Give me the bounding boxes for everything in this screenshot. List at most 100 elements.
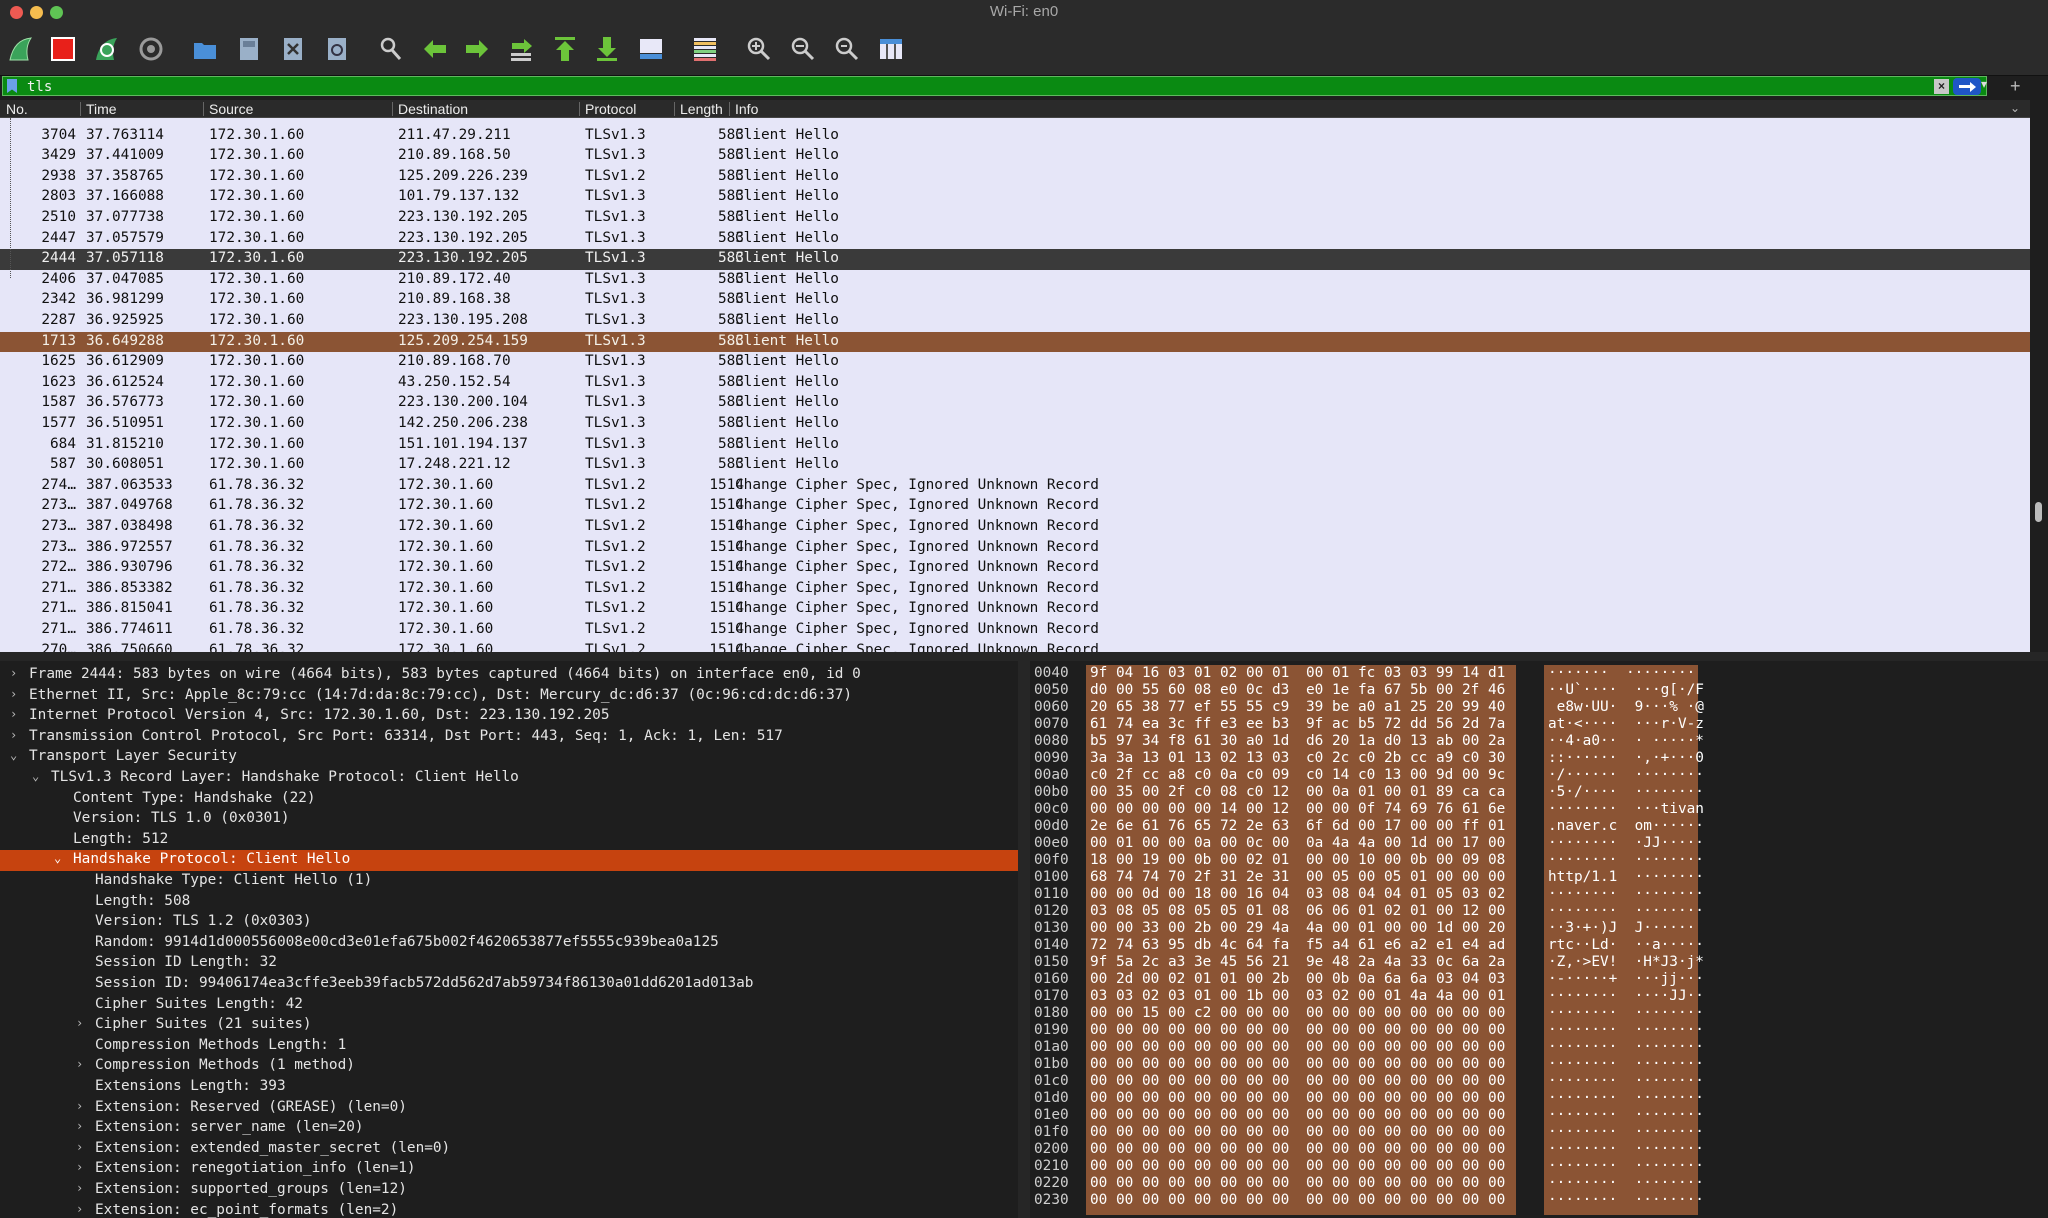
detail-tree-item[interactable]: › Extension: ec_point_formats (len=2) <box>0 1201 1018 1218</box>
hex-bytes[interactable]: 00 01 00 00 0a 00 0c 00 <box>1090 835 1289 851</box>
hex-bytes[interactable]: 00 0a 01 00 01 89 ca ca <box>1306 784 1505 800</box>
hex-bytes[interactable]: 00 00 00 00 00 00 00 00 <box>1090 1192 1289 1208</box>
chevron-right-icon[interactable]: › <box>76 1202 83 1216</box>
hex-ascii[interactable]: ········ ········ <box>1548 1175 1704 1191</box>
detail-tree-item[interactable]: Length: 512 <box>0 830 1018 851</box>
hex-bytes[interactable]: 00 00 00 00 00 00 00 00 <box>1306 1192 1505 1208</box>
hex-ascii[interactable]: ········ ········ <box>1548 1039 1704 1055</box>
hex-bytes[interactable]: 00 2d 00 02 01 01 00 2b <box>1090 971 1289 987</box>
chevron-down-icon[interactable]: ⌄ <box>32 769 39 783</box>
hex-bytes[interactable]: c0 2f cc a8 c0 0a c0 09 <box>1090 767 1289 783</box>
chevron-right-icon[interactable]: › <box>76 1119 83 1133</box>
hex-bytes[interactable]: 00 00 00 00 00 00 00 00 <box>1090 1056 1289 1072</box>
detail-tree-item[interactable]: › Ethernet II, Src: Apple_8c:79:cc (14:7d… <box>0 686 1018 707</box>
hex-ascii[interactable]: ······· ········ <box>1548 665 1695 681</box>
hex-bytes[interactable]: 00 00 0d 00 18 00 16 04 <box>1090 886 1289 902</box>
hex-bytes[interactable]: 00 00 00 00 00 00 00 00 <box>1306 1124 1505 1140</box>
hex-bytes[interactable]: 00 00 00 00 00 00 00 00 <box>1090 1107 1289 1123</box>
hex-bytes[interactable]: 39 be a0 a1 25 20 99 40 <box>1306 699 1505 715</box>
table-row[interactable]: 271… 386.774611 61.78.36.32 172.30.1.60 TLSv… <box>0 620 2030 641</box>
hex-bytes[interactable]: 00 00 00 00 00 00 00 00 <box>1306 1090 1505 1106</box>
detail-tree-item[interactable]: Version: TLS 1.0 (0x0301) <box>0 809 1018 830</box>
hex-ascii[interactable]: ·Z,·>EV! ·H*J3·j* <box>1548 954 1704 970</box>
table-row[interactable]: 2444 37.057118 172.30.1.60 223.130.192.205 T… <box>0 249 2030 270</box>
hex-bytes[interactable]: 18 00 19 00 0b 00 02 01 <box>1090 852 1289 868</box>
table-row[interactable]: 1623 36.612524 172.30.1.60 43.250.152.54 TLS… <box>0 372 2030 394</box>
hex-ascii[interactable]: ········ ········ <box>1548 1124 1704 1140</box>
column-header-info[interactable]: Info <box>735 101 758 117</box>
hex-bytes[interactable]: 03 03 02 03 01 00 1b 00 <box>1090 988 1289 1004</box>
table-row[interactable]: 1577 36.510951 172.30.1.60 142.250.206.238 T… <box>0 414 2030 435</box>
hex-bytes[interactable]: 00 00 00 00 00 00 00 00 <box>1306 1158 1505 1174</box>
detail-tree-item[interactable]: Random: 9914d1d000556008e00cd3e01efa675b… <box>0 933 1018 954</box>
add-filter-button-plus-icon[interactable]: + <box>2010 76 2021 97</box>
chevron-right-icon[interactable]: › <box>76 1181 83 1195</box>
hex-ascii[interactable]: ········ ········ <box>1548 1073 1704 1089</box>
hex-bytes[interactable]: e0 1e fa 67 5b 00 2f 46 <box>1306 682 1505 698</box>
pane-splitter-horizontal[interactable] <box>0 652 2048 661</box>
detail-tree-item[interactable]: › Frame 2444: 583 bytes on wire (4664 bit… <box>0 665 1018 686</box>
detail-tree-item[interactable]: ⌄ Transport Layer Security <box>0 747 1018 768</box>
hex-bytes[interactable]: 00 00 00 00 00 00 00 00 <box>1090 1175 1289 1191</box>
detail-tree-item[interactable]: Compression Methods Length: 1 <box>0 1036 1018 1057</box>
hex-ascii[interactable]: ········ ········ <box>1548 886 1704 902</box>
hex-bytes[interactable]: 00 00 00 00 00 14 00 12 <box>1090 801 1289 817</box>
packet-list[interactable]: 4306 37.934256 172.30.1.60 13.107.42.14 TLSv… <box>0 118 2030 652</box>
hex-ascii[interactable]: rtc··Ld· ··a····· <box>1548 937 1704 953</box>
hex-bytes[interactable]: 00 00 00 00 00 00 00 00 <box>1306 1056 1505 1072</box>
column-chevron-down-icon[interactable]: ⌄ <box>2010 101 2020 115</box>
hex-bytes[interactable]: 00 00 15 00 c2 00 00 00 <box>1090 1005 1289 1021</box>
hex-ascii[interactable]: ·/······ ········ <box>1548 767 1704 783</box>
detail-tree-item[interactable]: Session ID Length: 32 <box>0 953 1018 974</box>
hex-bytes[interactable]: 00 00 00 00 00 00 00 00 <box>1090 1039 1289 1055</box>
chevron-right-icon[interactable]: › <box>76 1016 83 1030</box>
zoom-in-icon[interactable] <box>744 34 774 64</box>
packet-bytes-pane[interactable]: 0040 9f 04 16 03 01 02 00 01 00 01 fc 03 0… <box>1030 661 2048 1218</box>
detail-tree-item[interactable]: Handshake Type: Client Hello (1) <box>0 871 1018 892</box>
hex-ascii[interactable]: ··U`···· ···g[·/F <box>1548 682 1704 698</box>
clear-filter-icon[interactable]: × <box>1934 79 1949 94</box>
table-row[interactable]: 2447 37.057579 172.30.1.60 223.130.192.205 T… <box>0 228 2030 250</box>
detail-tree-item[interactable]: › Extension: server_name (len=20) <box>0 1118 1018 1139</box>
table-row[interactable]: 274… 387.063533 61.78.36.32 172.30.1.60 TLSv… <box>0 475 2030 497</box>
open-file-icon[interactable] <box>190 34 220 64</box>
detail-tree-item[interactable]: Session ID: 99406174ea3cffe3eeb39facb572… <box>0 974 1018 995</box>
hex-bytes[interactable]: c0 2c c0 2b cc a9 c0 30 <box>1306 750 1505 766</box>
hex-ascii[interactable]: ········ ········ <box>1548 1090 1704 1106</box>
chevron-right-icon[interactable]: › <box>76 1140 83 1154</box>
table-row[interactable]: 3704 37.763114 172.30.1.60 211.47.29.211 TLS… <box>0 125 2030 147</box>
hex-bytes[interactable]: 4a 00 01 00 00 1d 00 20 <box>1306 920 1505 936</box>
hex-ascii[interactable]: ········ ········ <box>1548 1141 1704 1157</box>
hex-ascii[interactable]: ········ ········ <box>1548 1022 1704 1038</box>
display-filter-input[interactable] <box>27 78 1927 95</box>
detail-tree-item[interactable]: Content Type: Handshake (22) <box>0 789 1018 810</box>
restart-capture-icon[interactable] <box>92 34 122 64</box>
table-row[interactable]: 2938 37.358765 172.30.1.60 125.209.226.239 T… <box>0 166 2030 188</box>
hex-bytes[interactable]: f5 a4 61 e6 a2 e1 e4 ad <box>1306 937 1505 953</box>
zoom-out-icon[interactable] <box>788 34 818 64</box>
find-packet-icon[interactable] <box>376 34 406 64</box>
hex-bytes[interactable]: 00 00 00 00 00 00 00 00 <box>1306 1141 1505 1157</box>
hex-bytes[interactable]: 00 00 00 00 00 00 00 00 <box>1090 1141 1289 1157</box>
hex-bytes[interactable]: 00 00 00 00 00 00 00 00 <box>1306 1175 1505 1191</box>
table-row[interactable]: 270… 386.750660 61.78.36.32 172.30.1.60 TLSv… <box>0 640 2030 652</box>
apply-filter-arrow-icon[interactable] <box>1953 78 1981 95</box>
table-row[interactable]: 684 31.815210 172.30.1.60 151.101.194.137 TL… <box>0 434 2030 456</box>
hex-ascii[interactable]: .naver.c om······ <box>1548 818 1704 834</box>
detail-tree-item[interactable]: › Extension: supported_groups (len=12) <box>0 1180 1018 1201</box>
go-first-icon[interactable] <box>550 34 580 64</box>
table-row[interactable]: 272… 386.930796 61.78.36.32 172.30.1.60 TLSv… <box>0 558 2030 579</box>
table-row[interactable]: 4306 37.934256 172.30.1.60 13.107.42.14 TLSv… <box>0 118 2030 126</box>
reload-file-icon[interactable] <box>322 34 352 64</box>
hex-bytes[interactable]: 3a 3a 13 01 13 02 13 03 <box>1090 750 1289 766</box>
close-file-icon[interactable] <box>278 34 308 64</box>
hex-ascii[interactable]: ········ ········ <box>1548 1056 1704 1072</box>
shark-fin-start-icon[interactable] <box>6 34 36 64</box>
capture-options-icon[interactable] <box>136 34 166 64</box>
hex-ascii[interactable]: ::······ ·,·+···0 <box>1548 750 1704 766</box>
table-row[interactable]: 273… 386.972557 61.78.36.32 172.30.1.60 TLSv… <box>0 537 2030 559</box>
go-to-packet-icon[interactable] <box>506 34 536 64</box>
hex-bytes[interactable]: 00 00 00 00 00 00 00 00 <box>1306 1073 1505 1089</box>
hex-bytes[interactable]: 00 00 00 00 00 00 00 00 <box>1306 1022 1505 1038</box>
table-row[interactable]: 273… 387.038498 61.78.36.32 172.30.1.60 TLSv… <box>0 517 2030 538</box>
